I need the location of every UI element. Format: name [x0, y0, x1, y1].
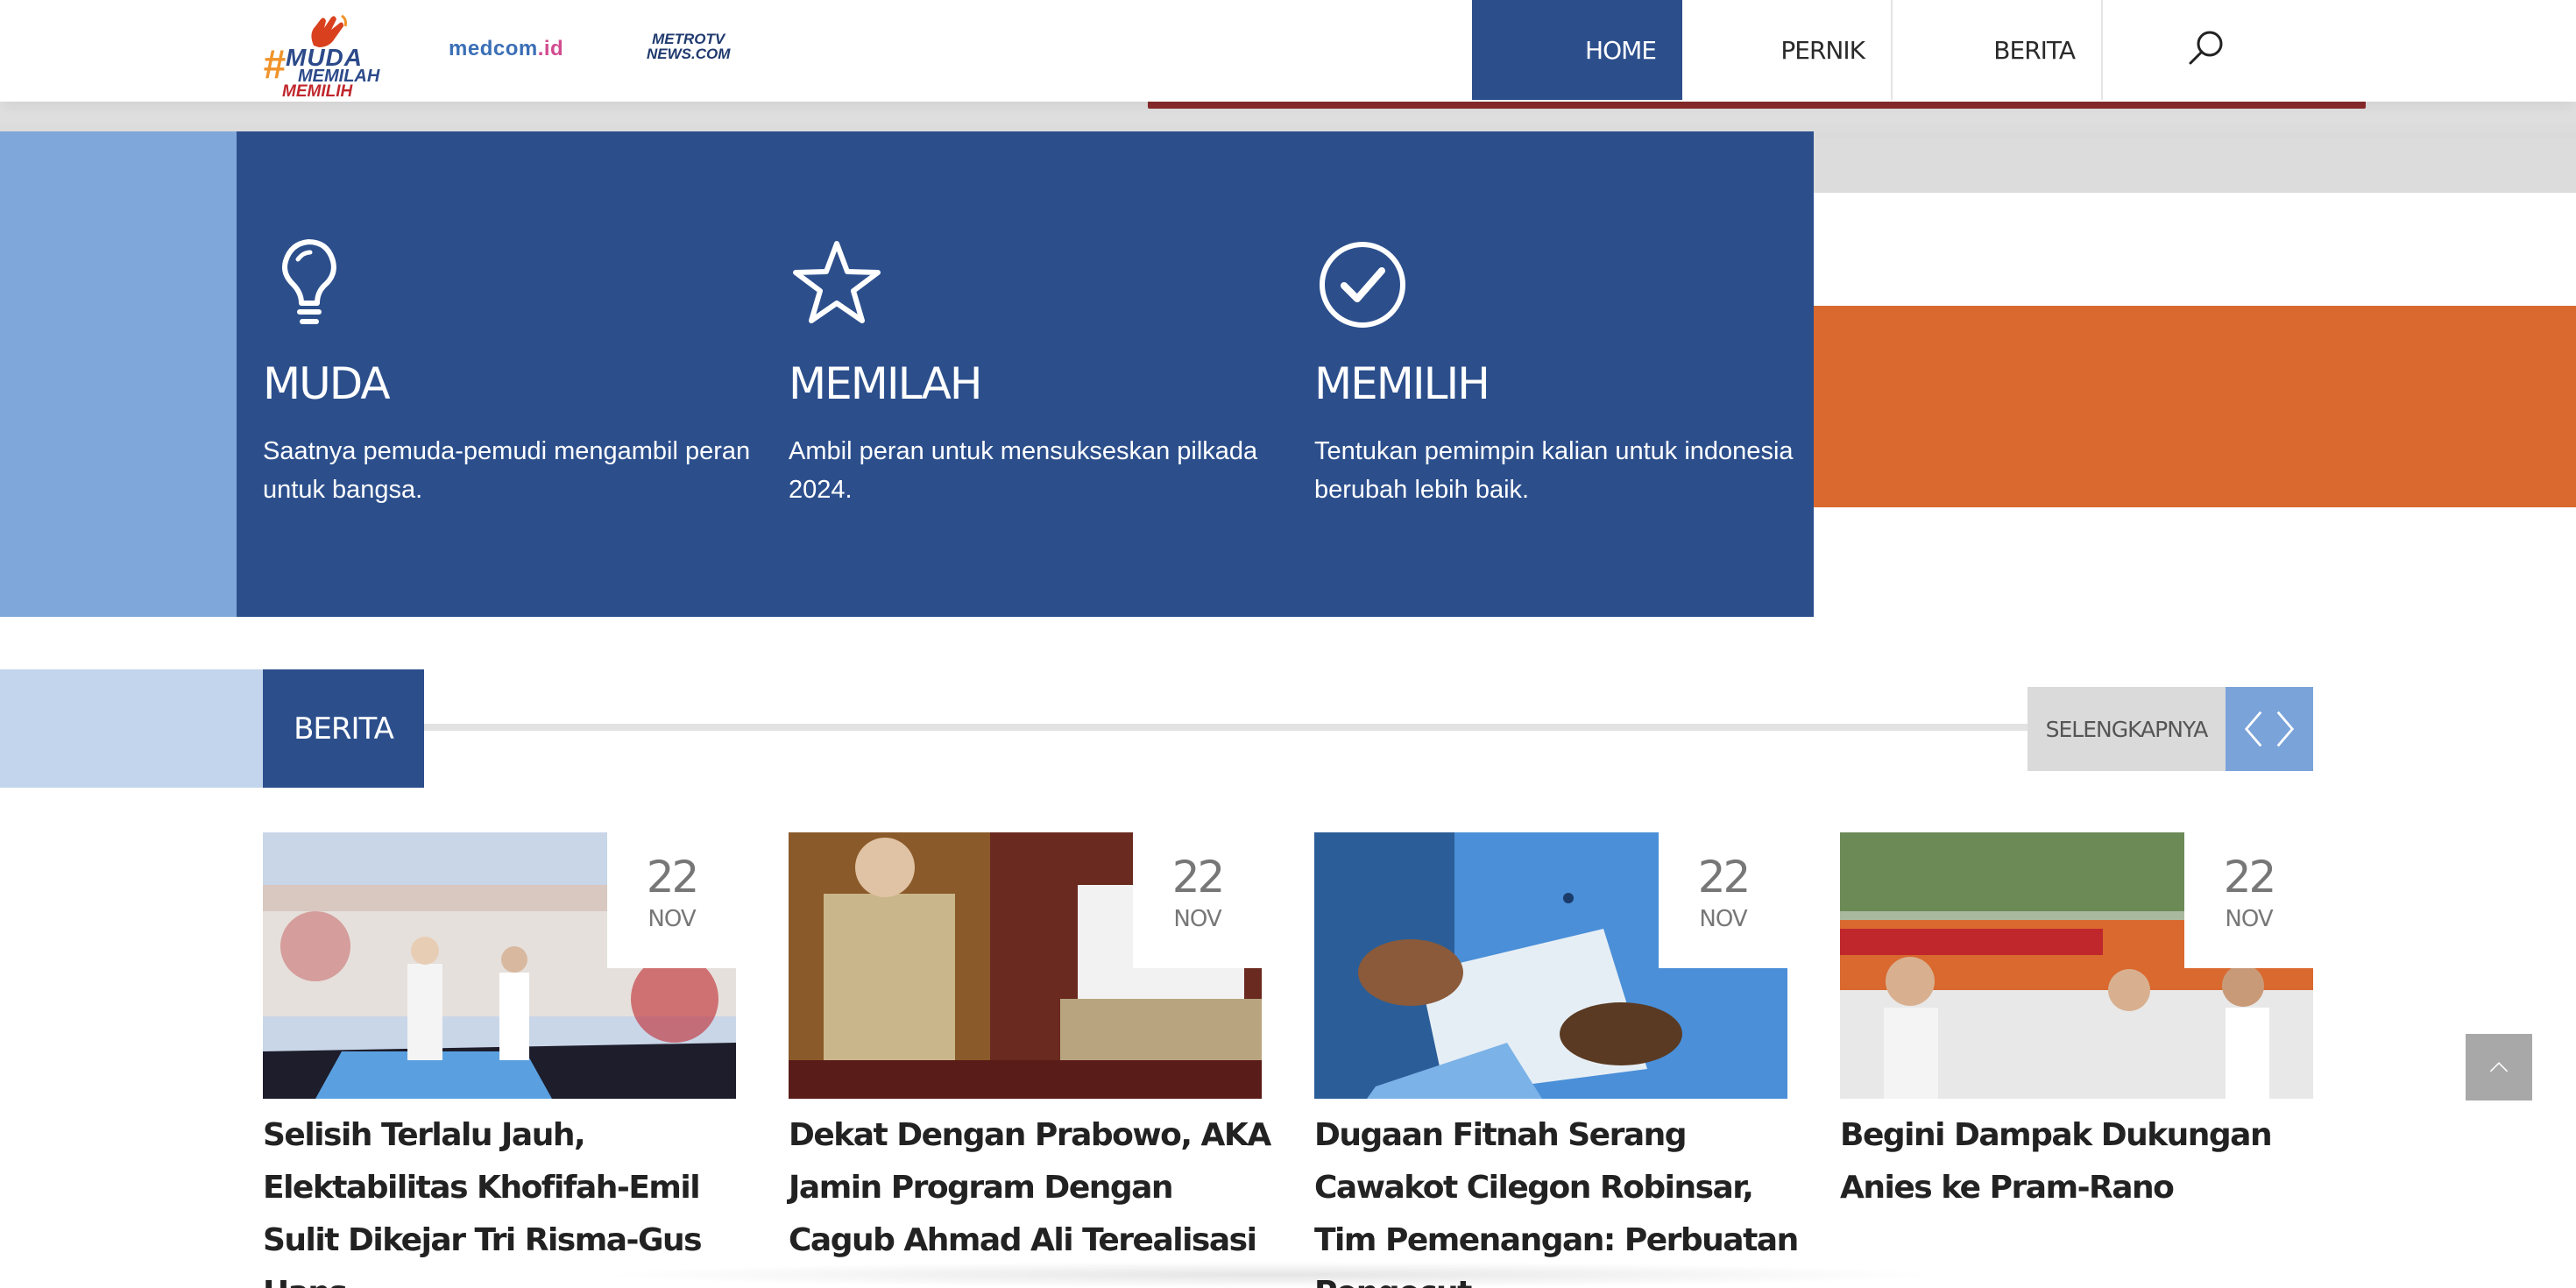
feature-muda: MUDA Saatnya pemuda-pemudi mengambil per… [263, 237, 754, 509]
news-title[interactable]: Begini Dampak Dukungan Anies ke Pram-Ran… [1840, 1109, 2331, 1214]
metrotvnews-logo[interactable]: METROTV NEWS.COM [647, 32, 730, 61]
news-date: 22 NOV [1659, 832, 1787, 968]
metro-logo-line2: NEWS.COM [647, 46, 731, 62]
chevron-left-icon[interactable] [2241, 709, 2266, 749]
feature-title: MUDA [263, 358, 391, 409]
hero-side-panel [0, 131, 237, 617]
background-gray-block [1814, 138, 2576, 193]
news-date: 22 NOV [2184, 832, 2313, 968]
news-date-day: 22 [2223, 852, 2277, 902]
medcom-logo-main: medcom [449, 37, 538, 60]
news-date: 22 NOV [607, 832, 736, 968]
logo-line-memilih: MEMILIH [282, 82, 353, 101]
star-icon [793, 241, 881, 323]
news-date: 22 NOV [1133, 832, 1262, 968]
site-header: # MUDA MEMILAH MEMILIH medcom.id METROTV… [0, 0, 2576, 102]
feature-title: MEMILIH [1314, 358, 1490, 409]
selengkapnya-button[interactable]: SELENGKAPNYA [2028, 687, 2226, 771]
scroll-to-top-button[interactable] [2466, 1034, 2532, 1100]
search-icon [2189, 31, 2223, 65]
medcom-logo[interactable]: medcom.id [449, 37, 563, 61]
news-date-month: NOV [1173, 906, 1221, 932]
muda-memilah-memilih-logo[interactable]: # MUDA MEMILAH MEMILIH [263, 14, 379, 101]
medcom-logo-suffix: .id [537, 37, 564, 60]
news-date-month: NOV [1699, 906, 1747, 932]
footer-shadow [596, 1262, 1945, 1288]
nav-item-pernik[interactable]: PERNIK [1682, 0, 1893, 100]
section-divider [424, 724, 2028, 731]
feature-text: Saatnya pemuda-pemudi mengambil peran un… [263, 437, 751, 504]
section-title-berita: BERITA [263, 669, 424, 788]
carousel-arrows [2226, 687, 2313, 771]
feature-memilah: MEMILAH Ambil peran untuk mensukseskan p… [789, 237, 1279, 509]
news-date-day: 22 [646, 852, 700, 902]
news-date-day: 22 [1697, 852, 1752, 902]
background-orange-block [1814, 306, 2576, 507]
news-date-month: NOV [2225, 906, 2273, 932]
hero-features: MUDA Saatnya pemuda-pemudi mengambil per… [237, 131, 1814, 617]
feature-title: MEMILAH [789, 358, 982, 409]
news-date-day: 22 [1171, 852, 1226, 902]
chevron-right-icon[interactable] [2273, 709, 2297, 749]
chevron-up-icon [2489, 1062, 2509, 1072]
main-nav: HOME PERNIK BERITA [1472, 0, 2103, 100]
news-date-month: NOV [648, 906, 696, 932]
nav-item-home[interactable]: HOME [1472, 0, 1682, 100]
feature-text: Tentukan pemimpin kalian untuk indonesia… [1314, 437, 1794, 504]
berita-bar-accent [0, 669, 263, 788]
feature-memilih: MEMILIH Tentukan pemimpin kalian untuk i… [1314, 237, 1805, 509]
news-title[interactable]: Dekat Dengan Prabowo, AKA Jamin Program … [789, 1109, 1279, 1267]
logo-hash: # [263, 41, 286, 87]
search-button[interactable] [2182, 25, 2231, 74]
lightbulb-icon [282, 239, 336, 324]
nav-item-berita[interactable]: BERITA [1893, 0, 2103, 100]
check-circle-icon [1320, 242, 1405, 328]
feature-text: Ambil peran untuk mensukseskan pilkada 2… [789, 437, 1258, 504]
